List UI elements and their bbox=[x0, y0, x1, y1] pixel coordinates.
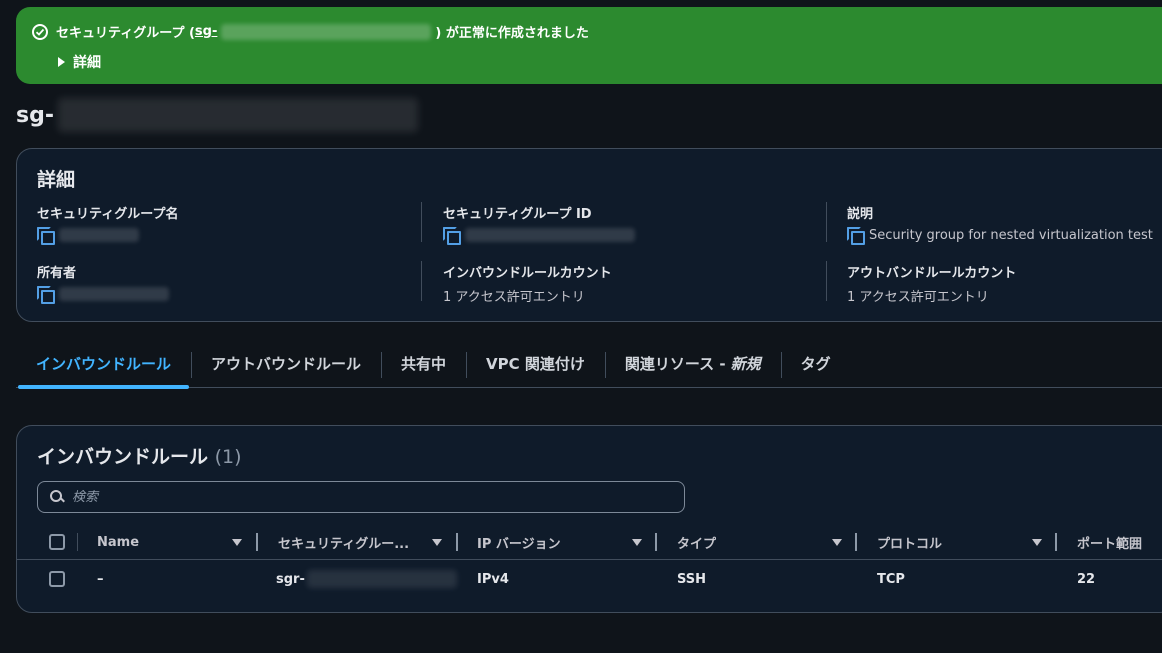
flash-details-label: 詳細 bbox=[73, 55, 101, 71]
cell-sg-rule-id-text: sgr- bbox=[276, 571, 305, 587]
search-input[interactable] bbox=[72, 489, 662, 505]
tab-sharing[interactable]: 共有中 bbox=[381, 340, 466, 388]
tab-vpc-associations[interactable]: VPC 関連付け bbox=[466, 340, 605, 388]
col-header-protocol[interactable]: プロトコル bbox=[877, 524, 942, 560]
row-select-cell bbox=[49, 561, 65, 597]
cell-protocol: TCP bbox=[877, 571, 905, 587]
col-header-name[interactable]: Name bbox=[97, 524, 139, 560]
tab-inbound-rules[interactable]: インバウンドルール bbox=[16, 340, 191, 389]
column-resize-handle[interactable] bbox=[456, 533, 458, 551]
cell-name: – bbox=[97, 571, 104, 587]
sort-down-icon[interactable] bbox=[432, 539, 442, 546]
caret-right-icon bbox=[58, 57, 65, 67]
flash-message-suffix: ) が正常に作成されました bbox=[435, 26, 589, 41]
copy-icon[interactable] bbox=[37, 286, 55, 304]
sg-id-field: セキュリティグループ ID bbox=[443, 203, 635, 245]
cell-ip-version: IPv4 bbox=[477, 571, 509, 587]
search-icon bbox=[50, 490, 64, 504]
inbound-count-value: 1 アクセス許可エントリ bbox=[443, 290, 585, 305]
page-title: sg- bbox=[16, 98, 418, 132]
tab-related-resources-label: 関連リソース - bbox=[624, 355, 726, 373]
cell-port-range: 22 bbox=[1077, 571, 1096, 587]
description-field: 説明 Security group for nested virtualizat… bbox=[847, 203, 1153, 245]
copy-icon[interactable] bbox=[443, 227, 461, 245]
cell-sg-rule-id: sgr- bbox=[276, 561, 457, 597]
outbound-count-label: アウトバンドルールカウント bbox=[847, 266, 1017, 281]
inbound-rules-count: (1) bbox=[214, 446, 242, 468]
redacted-owner bbox=[59, 287, 169, 301]
col-header-sg-rule-id[interactable]: セキュリティグルー... bbox=[278, 524, 409, 560]
col-header-port-range[interactable]: ポート範囲 bbox=[1077, 524, 1142, 560]
redacted-sg-id bbox=[221, 23, 432, 40]
owner-field: 所有者 bbox=[37, 262, 169, 304]
details-heading: 詳細 bbox=[37, 169, 76, 191]
redacted-rule-id bbox=[306, 570, 457, 588]
sg-name-field: セキュリティグループ名 bbox=[37, 203, 179, 245]
sg-id-label: セキュリティグループ ID bbox=[443, 207, 592, 222]
flash-message: セキュリティグループ ( sg- ) が正常に作成されました bbox=[32, 22, 589, 41]
inbound-rules-heading: インバウンドルール (1) bbox=[37, 442, 242, 469]
description-value: Security group for nested virtualization… bbox=[869, 227, 1153, 243]
column-divider bbox=[421, 261, 422, 301]
description-label: 説明 bbox=[847, 207, 874, 222]
col-header-ip-version[interactable]: IP バージョン bbox=[477, 524, 561, 560]
col-header-type[interactable]: タイプ bbox=[677, 524, 716, 560]
table-row[interactable]: – sgr- IPv4 SSH TCP 22 bbox=[17, 561, 1162, 597]
column-resize-handle[interactable] bbox=[256, 533, 258, 551]
inbound-count-field: インバウンドルールカウント 1 アクセス許可エントリ bbox=[443, 262, 612, 305]
check-circle-icon bbox=[32, 23, 48, 40]
tab-tags[interactable]: タグ bbox=[780, 340, 851, 388]
tab-outbound-rules[interactable]: アウトバウンドルール bbox=[191, 340, 381, 388]
success-flash-banner: セキュリティグループ ( sg- ) が正常に作成されました 詳細 bbox=[16, 7, 1162, 84]
cell-type: SSH bbox=[677, 571, 707, 587]
page-title-text: sg- bbox=[16, 102, 54, 128]
column-divider bbox=[421, 202, 422, 242]
sort-down-icon[interactable] bbox=[632, 539, 642, 546]
column-divider bbox=[826, 261, 827, 301]
search-box[interactable] bbox=[37, 481, 685, 513]
sort-down-icon[interactable] bbox=[232, 539, 242, 546]
copy-icon[interactable] bbox=[847, 227, 865, 245]
redacted-sg-title bbox=[57, 98, 418, 132]
tab-bar: インバウンドルール アウトバウンドルール 共有中 VPC 関連付け 関連リソース… bbox=[16, 340, 1162, 389]
sort-down-icon[interactable] bbox=[1032, 539, 1042, 546]
inbound-rules-title: インバウンドルール bbox=[37, 446, 209, 468]
flash-details-toggle[interactable]: 詳細 bbox=[58, 52, 101, 72]
outbound-count-value: 1 アクセス許可エントリ bbox=[847, 290, 989, 305]
new-badge: 新規 bbox=[730, 355, 761, 373]
copy-icon[interactable] bbox=[37, 227, 55, 245]
inbound-count-label: インバウンドルールカウント bbox=[443, 266, 612, 281]
column-divider bbox=[77, 533, 78, 551]
flash-message-prefix: セキュリティグループ ( bbox=[56, 26, 195, 41]
owner-label: 所有者 bbox=[37, 266, 77, 281]
details-panel: 詳細 セキュリティグループ名 セキュリティグループ ID 説明 Security… bbox=[16, 148, 1162, 322]
sort-down-icon[interactable] bbox=[832, 539, 842, 546]
sg-name-label: セキュリティグループ名 bbox=[37, 207, 179, 222]
column-resize-handle[interactable] bbox=[855, 533, 857, 551]
tab-related-resources[interactable]: 関連リソース - 新規 bbox=[604, 340, 781, 388]
column-divider bbox=[826, 202, 827, 242]
row-checkbox[interactable] bbox=[49, 571, 65, 587]
column-resize-handle[interactable] bbox=[655, 533, 657, 551]
redacted-sg-name bbox=[59, 228, 139, 242]
select-all-cell bbox=[49, 524, 65, 560]
column-resize-handle[interactable] bbox=[1055, 533, 1057, 551]
table-header: Name セキュリティグルー... IP バージョン タイプ プロトコル ポート… bbox=[17, 524, 1162, 560]
outbound-count-field: アウトバンドルールカウント 1 アクセス許可エントリ bbox=[847, 262, 1016, 305]
inbound-rules-panel: インバウンドルール (1) Name セキュリティグルー... IP バージョン… bbox=[16, 425, 1162, 613]
select-all-checkbox[interactable] bbox=[49, 534, 65, 550]
flash-sg-id-link[interactable]: sg- bbox=[195, 24, 217, 39]
redacted-sg-id-value bbox=[465, 228, 635, 242]
